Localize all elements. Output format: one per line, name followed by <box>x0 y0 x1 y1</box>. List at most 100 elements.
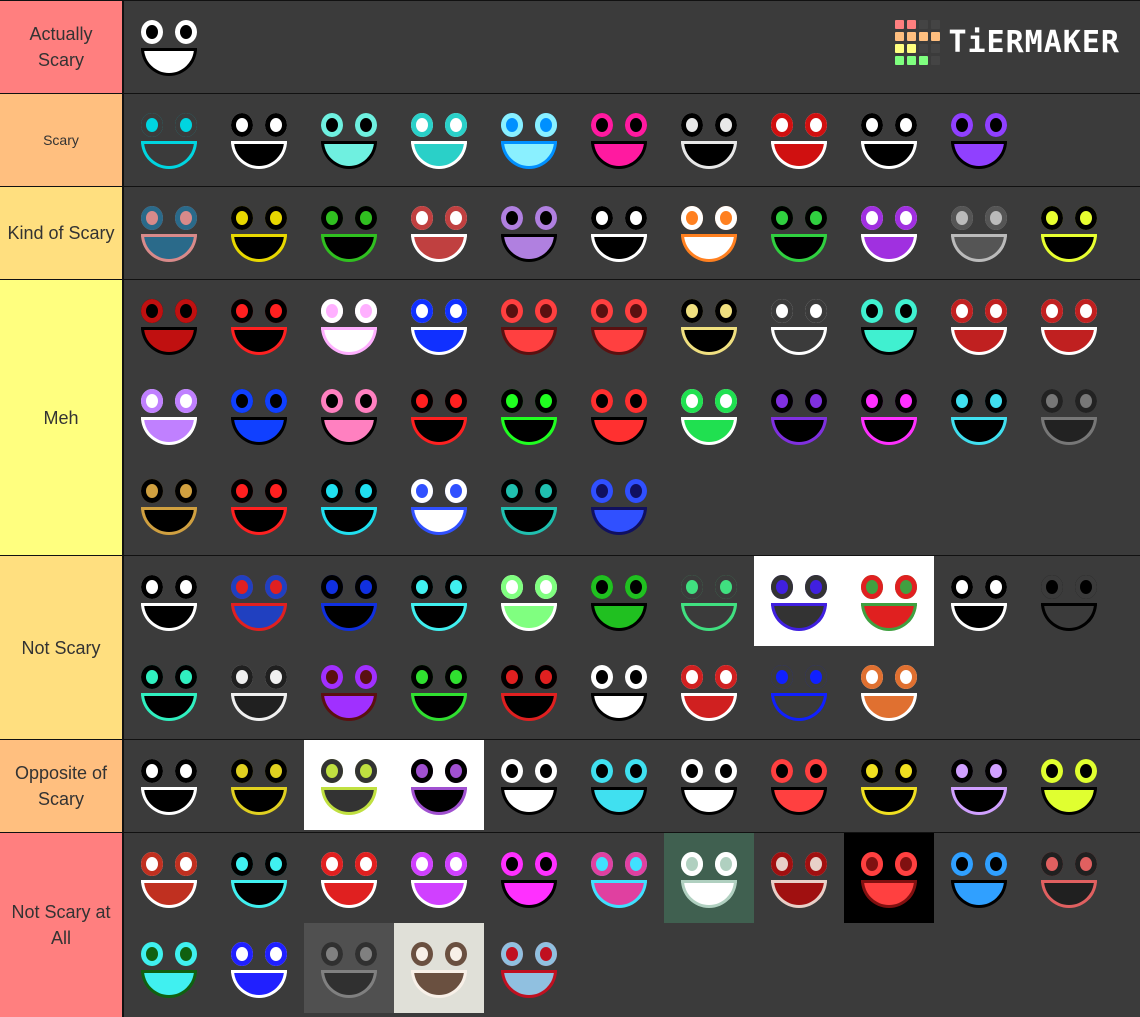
tier-item-scribble-green-grin[interactable] <box>844 556 934 646</box>
tier-item-red-shadow-face[interactable] <box>484 280 574 370</box>
tier-item-yellow-beak[interactable] <box>844 740 934 830</box>
tier-label[interactable]: Actually Scary <box>0 1 124 93</box>
tier-item-teal-eyes-grin[interactable] <box>394 94 484 184</box>
tier-item-realistic-eyeball[interactable] <box>124 187 214 277</box>
tier-item-scribble-blue-mouth[interactable] <box>754 556 844 646</box>
tier-item-green-blades[interactable] <box>304 187 394 277</box>
tier-item-white-stripes[interactable] <box>574 187 664 277</box>
tier-item-blue-eye-grin[interactable] <box>484 740 574 830</box>
tier-item-red-eye-grin[interactable] <box>484 646 574 736</box>
tier-item-trollface-2[interactable] <box>124 740 214 830</box>
tier-label[interactable]: Opposite of Scary <box>0 740 124 832</box>
tier-item-red-lip-grin[interactable] <box>124 833 214 923</box>
tier-item-teal-v-face[interactable] <box>124 646 214 736</box>
tier-label[interactable]: Kind of Scary <box>0 187 124 279</box>
tier-item-gray-ghost[interactable] <box>934 187 1024 277</box>
tier-item-green-blocks[interactable] <box>484 370 574 460</box>
tier-item-white-scribble-face[interactable] <box>664 94 754 184</box>
tier-item-cyan-pixel-face[interactable] <box>304 460 394 550</box>
tier-item-mario[interactable] <box>214 556 304 646</box>
tier-item-purple-fang-mouth[interactable] <box>934 94 1024 184</box>
tier-item-purple-eyes-frown[interactable] <box>124 370 214 460</box>
tier-item-glitch-static[interactable] <box>1024 370 1114 460</box>
tier-item-gray-kitten[interactable] <box>304 923 394 1013</box>
tier-item-pink-tongue[interactable] <box>304 370 394 460</box>
tier-item-red-eyes-mossy[interactable] <box>124 280 214 370</box>
tier-item-creepy-photo-grin[interactable] <box>664 833 754 923</box>
tier-item-dark-blue-face[interactable] <box>574 460 664 550</box>
tier-item-purple-ring-eyes[interactable] <box>754 370 844 460</box>
tier-item-yellow-drop[interactable] <box>1024 187 1114 277</box>
tier-item-red-pixel-face[interactable] <box>214 460 304 550</box>
tier-item-red-white-grin[interactable] <box>754 94 844 184</box>
tier-item-white-scribble-smile[interactable] <box>754 280 844 370</box>
tier-item-cyan-mask[interactable] <box>574 833 664 923</box>
tier-item-purple-tooth-grin[interactable] <box>664 740 754 830</box>
tier-item-pale-face-photo[interactable] <box>754 833 844 923</box>
tier-item-rainbow-swirl-face[interactable] <box>214 923 304 1013</box>
tier-item-cyan-mouth-eyes[interactable] <box>394 556 484 646</box>
tier-label[interactable]: Scary <box>0 94 124 186</box>
tier-item-eyeball-cluster[interactable] <box>214 646 304 736</box>
tier-item-cyan-v-mouth[interactable] <box>214 833 304 923</box>
tier-item-cyclops-grin[interactable] <box>1024 280 1114 370</box>
tier-item-yellow-crescents[interactable] <box>214 187 304 277</box>
tier-label[interactable]: Meh <box>0 280 124 555</box>
tier-item-green-frown-blob[interactable] <box>664 370 754 460</box>
tier-item-sad-outline-face[interactable] <box>1024 556 1114 646</box>
tier-item-dark-red-photo[interactable] <box>844 833 934 923</box>
tier-item-bloodshot-eyes[interactable] <box>1024 833 1114 923</box>
tier-item-orange-beak[interactable] <box>664 187 754 277</box>
tier-item-cyan-frown-eyes[interactable] <box>574 740 664 830</box>
tier-item-lips-grin[interactable] <box>394 187 484 277</box>
tier-item-pixel-grin[interactable] <box>214 94 304 184</box>
tier-item-spiral-eyes[interactable] <box>844 187 934 277</box>
tier-item-cyan-smile[interactable] <box>124 94 214 184</box>
tier-item-red-eye-smile[interactable] <box>754 740 844 830</box>
tier-item-pixel-grin-2[interactable] <box>844 94 934 184</box>
tier-item-green-x-eyes[interactable] <box>124 923 214 1013</box>
tier-item-green-lips[interactable] <box>664 556 754 646</box>
tier-item-green-slits[interactable] <box>1024 740 1114 830</box>
tier-item-lavender-blob[interactable] <box>934 740 1024 830</box>
tier-item-magenta-eyes-grin[interactable] <box>844 370 934 460</box>
tier-item-red-shadow-face-2[interactable] <box>574 280 664 370</box>
tier-item-red-heart-mouth[interactable] <box>214 280 304 370</box>
tier-item-trollface[interactable] <box>124 556 214 646</box>
tier-item-purple-bandage[interactable] <box>304 646 394 736</box>
tier-item-red-gum-smile[interactable] <box>934 280 1024 370</box>
tier-item-yellow-smirk[interactable] <box>214 740 304 830</box>
tier-item-x-eyes-rainbow-mouth[interactable] <box>934 833 1024 923</box>
tier-item-scribble-yellow-mouth[interactable] <box>304 740 394 830</box>
tier-item-blue-glint-grin[interactable] <box>214 370 304 460</box>
tier-item-purple-ghost-grin[interactable] <box>394 740 484 830</box>
tier-item-blue-smile[interactable] <box>754 646 844 736</box>
tier-item-among-us-crewmate[interactable] <box>484 923 574 1013</box>
tier-item-orange-egg[interactable] <box>844 646 934 736</box>
tier-item-red-tongue-face[interactable] <box>304 833 394 923</box>
tiermaker-logo[interactable]: TiERMAKER <box>895 20 1120 65</box>
tier-item-red-white-eyes-grin[interactable] <box>664 646 754 736</box>
tier-item-black-figure[interactable] <box>124 1 214 91</box>
tier-item-black-teal-grin[interactable] <box>304 94 394 184</box>
tier-item-blue-frown-eyes[interactable] <box>304 556 394 646</box>
tier-item-green-eyes-smile[interactable] <box>394 646 484 736</box>
tier-item-yellow-mushroom[interactable] <box>664 280 754 370</box>
tier-item-red-skull[interactable] <box>394 370 484 460</box>
tier-item-green-frown[interactable] <box>754 187 844 277</box>
tier-item-blue-outline-eyes[interactable] <box>394 280 484 370</box>
tier-item-dark-green-eyes[interactable] <box>574 556 664 646</box>
tier-item-teal-tree[interactable] <box>484 460 574 550</box>
tier-item-magenta-mouth[interactable] <box>574 94 664 184</box>
tier-item-pink-eyes[interactable] <box>304 280 394 370</box>
tier-item-rainbow-smile[interactable] <box>484 833 574 923</box>
tier-item-gold-ring-eyes[interactable] <box>124 460 214 550</box>
tier-item-black-eyes-teeth[interactable] <box>574 646 664 736</box>
tier-item-cyan-frown[interactable] <box>934 370 1024 460</box>
tier-label[interactable]: Not Scary <box>0 556 124 739</box>
tier-item-green-white-eyes[interactable] <box>484 556 574 646</box>
tier-item-teal-eye-grin[interactable] <box>844 280 934 370</box>
tier-item-red-glow-grin[interactable] <box>574 370 664 460</box>
tier-item-purple-grin[interactable] <box>484 187 574 277</box>
tier-label[interactable]: Not Scary at All <box>0 833 124 1017</box>
